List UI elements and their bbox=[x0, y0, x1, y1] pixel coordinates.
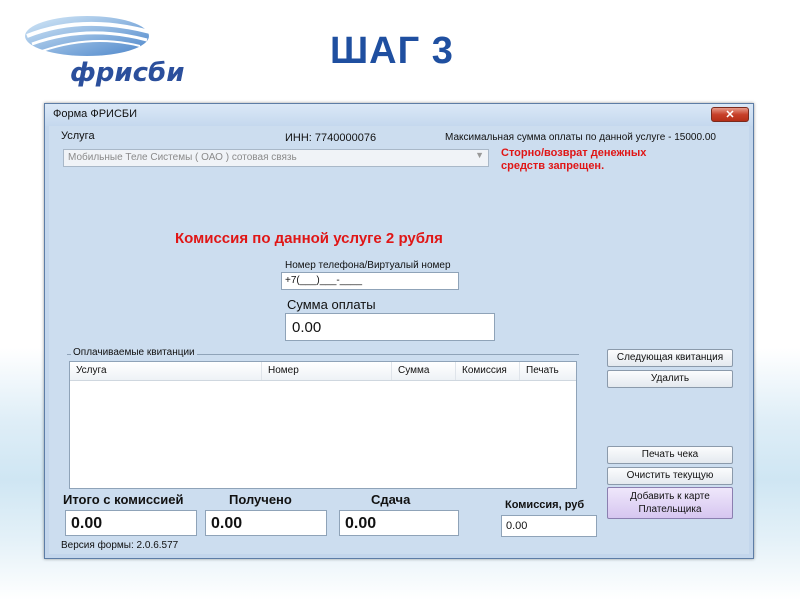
delete-button[interactable]: Удалить bbox=[607, 370, 733, 388]
service-select-value: Мобильные Теле Системы ( ОАО ) сотовая с… bbox=[68, 152, 297, 163]
storno-warning-line1: Сторно/возврат денежных bbox=[501, 147, 647, 159]
service-select[interactable]: Мобильные Теле Системы ( ОАО ) сотовая с… bbox=[63, 149, 489, 167]
clear-current-button[interactable]: Очистить текущую bbox=[607, 467, 733, 485]
change-label: Сдача bbox=[371, 492, 411, 507]
commission-value-field: 0.00 bbox=[501, 515, 597, 537]
receipts-table-header: Услуга Номер Сумма Комиссия Печать bbox=[70, 362, 576, 381]
print-check-button[interactable]: Печать чека bbox=[607, 446, 733, 464]
change-value-field: 0.00 bbox=[339, 510, 459, 536]
frisbee-form-window: Форма ФРИСБИ ✕ Услуга ИНН: 7740000076 Ма… bbox=[44, 103, 754, 559]
receipts-group-label: Оплачиваемые квитанции bbox=[71, 347, 197, 358]
total-label: Итого с комиссией bbox=[63, 492, 184, 507]
service-label: Услуга bbox=[61, 130, 95, 142]
phone-input[interactable]: +7(___)___-____ bbox=[281, 272, 459, 290]
column-header-print[interactable]: Печать bbox=[520, 362, 576, 380]
commission-label: Комиссия, руб bbox=[505, 499, 585, 511]
column-header-amount[interactable]: Сумма bbox=[392, 362, 456, 380]
column-header-service[interactable]: Услуга bbox=[70, 362, 262, 380]
slide-title: ШАГ 3 bbox=[330, 30, 454, 72]
receipts-table[interactable]: Услуга Номер Сумма Комиссия Печать bbox=[69, 361, 577, 489]
frisbee-logo-icon bbox=[25, 16, 151, 56]
logo-text: фрисби bbox=[70, 58, 185, 88]
phone-label: Номер телефона/Виртуалый номер bbox=[285, 260, 451, 271]
next-receipt-button[interactable]: Следующая квитанция bbox=[607, 349, 733, 367]
received-label: Получено bbox=[229, 492, 292, 507]
max-amount-label: Максимальная сумма оплаты по данной услу… bbox=[445, 132, 716, 143]
commission-notice: Комиссия по данной услуге 2 рубля bbox=[175, 230, 443, 247]
received-input[interactable]: 0.00 bbox=[205, 510, 327, 536]
add-card-label-line1: Добавить к карте bbox=[630, 491, 710, 502]
window-title: Форма ФРИСБИ bbox=[53, 108, 138, 120]
amount-input[interactable]: 0.00 bbox=[285, 313, 495, 341]
window-titlebar[interactable]: Форма ФРИСБИ ✕ bbox=[45, 104, 753, 126]
column-header-number[interactable]: Номер bbox=[262, 362, 392, 380]
storno-warning-line2: средств запрещен. bbox=[501, 160, 605, 172]
amount-label: Сумма оплаты bbox=[287, 297, 376, 312]
inn-label: ИНН: 7740000076 bbox=[285, 132, 377, 144]
form-version: Версия формы: 2.0.6.577 bbox=[61, 540, 179, 551]
close-button[interactable]: ✕ bbox=[711, 107, 749, 122]
chevron-down-icon[interactable]: ▼ bbox=[475, 150, 484, 160]
add-card-label-line2: Плательщика bbox=[638, 504, 702, 515]
column-header-commission[interactable]: Комиссия bbox=[456, 362, 520, 380]
form-client-area: Услуга ИНН: 7740000076 Максимальная сумм… bbox=[49, 126, 749, 554]
total-value-field: 0.00 bbox=[65, 510, 197, 536]
add-to-payer-card-button[interactable]: Добавить к карте Плательщика bbox=[607, 487, 733, 519]
